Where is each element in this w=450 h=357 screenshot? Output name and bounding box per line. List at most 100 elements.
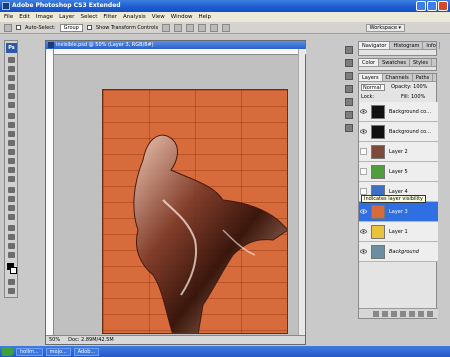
history-brush-icon[interactable] [8,140,15,146]
maximize-button[interactable] [427,1,437,11]
align-right-icon[interactable] [222,23,231,32]
gradient-tool-icon[interactable] [8,158,15,164]
screen-mode-icon[interactable] [8,288,15,294]
layer-mask-icon[interactable] [391,310,397,317]
history-panel-icon[interactable] [345,46,353,54]
align-bottom-icon[interactable] [186,23,195,32]
tab-histogram[interactable]: Histogram [390,42,424,49]
layer-row[interactable]: Background co... [359,102,438,122]
tab-swatches[interactable]: Swatches [379,59,410,66]
trash-icon[interactable] [427,310,433,317]
tab-channels[interactable]: Channels [383,74,413,81]
shape-tool-icon[interactable] [8,214,15,220]
eye-icon[interactable] [360,248,367,255]
menu-help[interactable]: Help [198,12,211,22]
eyedropper-tool-icon[interactable] [8,234,15,240]
tab-styles[interactable]: Styles [410,59,433,66]
tab-layers[interactable]: Layers [359,74,383,81]
align-center-icon[interactable] [210,23,219,32]
document-size[interactable]: Doc: 2.89M/42.5M [68,336,114,344]
new-layer-icon[interactable] [418,310,424,317]
menu-select[interactable]: Select [80,12,97,22]
show-transform-checkbox[interactable] [86,25,92,30]
background-color-swatch[interactable] [10,267,17,274]
eye-icon[interactable] [360,228,367,235]
artboard[interactable] [102,89,288,334]
layer-row[interactable]: Background co... [359,122,438,142]
tab-color[interactable]: Color [359,59,380,66]
workspace-menu[interactable]: Workspace ▾ [365,24,405,32]
menu-file[interactable]: File [4,12,13,22]
zoom-level[interactable]: 50% [49,336,60,344]
align-left-icon[interactable] [198,23,207,32]
clone-source-panel-icon[interactable] [345,98,353,106]
align-middle-icon[interactable] [174,23,183,32]
align-top-icon[interactable] [162,23,171,32]
eraser-tool-icon[interactable] [8,149,15,155]
taskbar-button[interactable]: mojo... [45,347,71,356]
character-panel-icon[interactable] [345,111,353,119]
tab-paths[interactable]: Paths [413,74,434,81]
tab-navigator[interactable]: Navigator [359,42,391,49]
slice-tool-icon[interactable] [8,102,15,108]
menu-layer[interactable]: Layer [59,12,74,22]
menu-window[interactable]: Window [171,12,193,22]
tool-presets-panel-icon[interactable] [345,85,353,93]
brush-tool-icon[interactable] [8,122,15,128]
layer-row[interactable]: Background [359,242,438,262]
taskbar-button[interactable]: Adob... [73,347,100,356]
visibility-toggle[interactable] [360,188,367,195]
menu-filter[interactable]: Filter [103,12,117,22]
eye-icon[interactable] [360,208,367,215]
vertical-scrollbar[interactable] [298,49,305,337]
visibility-toggle[interactable] [360,168,367,175]
auto-select-checkbox[interactable] [16,25,21,30]
move-tool-icon[interactable] [8,57,15,63]
menu-analysis[interactable]: Analysis [123,12,146,22]
notes-tool-icon[interactable] [8,225,15,231]
fill-field[interactable]: Fill: 100% [401,94,425,100]
lasso-tool-icon[interactable] [8,75,15,81]
brushes-panel-icon[interactable] [345,72,353,80]
menu-edit[interactable]: Edit [19,12,30,22]
minimize-button[interactable] [416,1,426,11]
paragraph-panel-icon[interactable] [345,124,353,132]
eye-icon[interactable] [360,128,367,135]
zoom-tool-icon[interactable] [8,252,15,258]
quick-mask-icon[interactable] [8,279,15,285]
eye-icon[interactable] [360,108,367,115]
menu-view[interactable]: View [152,12,165,22]
opacity-field[interactable]: Opacity: 100% [391,84,427,90]
visibility-toggle[interactable] [360,148,367,155]
blend-mode-dropdown[interactable]: Normal [361,84,385,91]
path-selection-icon[interactable] [8,205,15,211]
hand-tool-icon[interactable] [8,243,15,249]
layer-row-selected[interactable]: Layer 3 [359,202,438,222]
canvas-area[interactable] [54,55,299,336]
start-button[interactable] [2,347,14,356]
move-tool-preset-icon[interactable] [4,23,12,32]
close-button[interactable] [438,1,448,11]
layer-row[interactable]: Layer 5 [359,162,438,182]
magic-wand-tool-icon[interactable] [8,84,15,90]
crop-tool-icon[interactable] [8,93,15,99]
taskbar-button[interactable]: hollm... [16,347,43,356]
pen-tool-icon[interactable] [8,187,15,193]
auto-select-dropdown[interactable]: Group [59,23,83,32]
menu-image[interactable]: Image [36,12,53,22]
layer-style-icon[interactable] [382,310,388,317]
clone-stamp-icon[interactable] [8,131,15,137]
actions-panel-icon[interactable] [345,59,353,67]
new-group-icon[interactable] [409,310,415,317]
link-layers-icon[interactable] [373,310,379,317]
layer-row[interactable]: Layer 2 [359,142,438,162]
layer-row[interactable]: Layer 1 [359,222,438,242]
adjustment-layer-icon[interactable] [400,310,406,317]
marquee-tool-icon[interactable] [8,66,15,72]
vertical-ruler[interactable] [46,49,54,337]
type-tool-icon[interactable] [8,196,15,202]
blur-tool-icon[interactable] [8,167,15,173]
tab-info[interactable]: Info [423,42,440,49]
dodge-tool-icon[interactable] [8,176,15,182]
healing-brush-icon[interactable] [8,113,15,119]
